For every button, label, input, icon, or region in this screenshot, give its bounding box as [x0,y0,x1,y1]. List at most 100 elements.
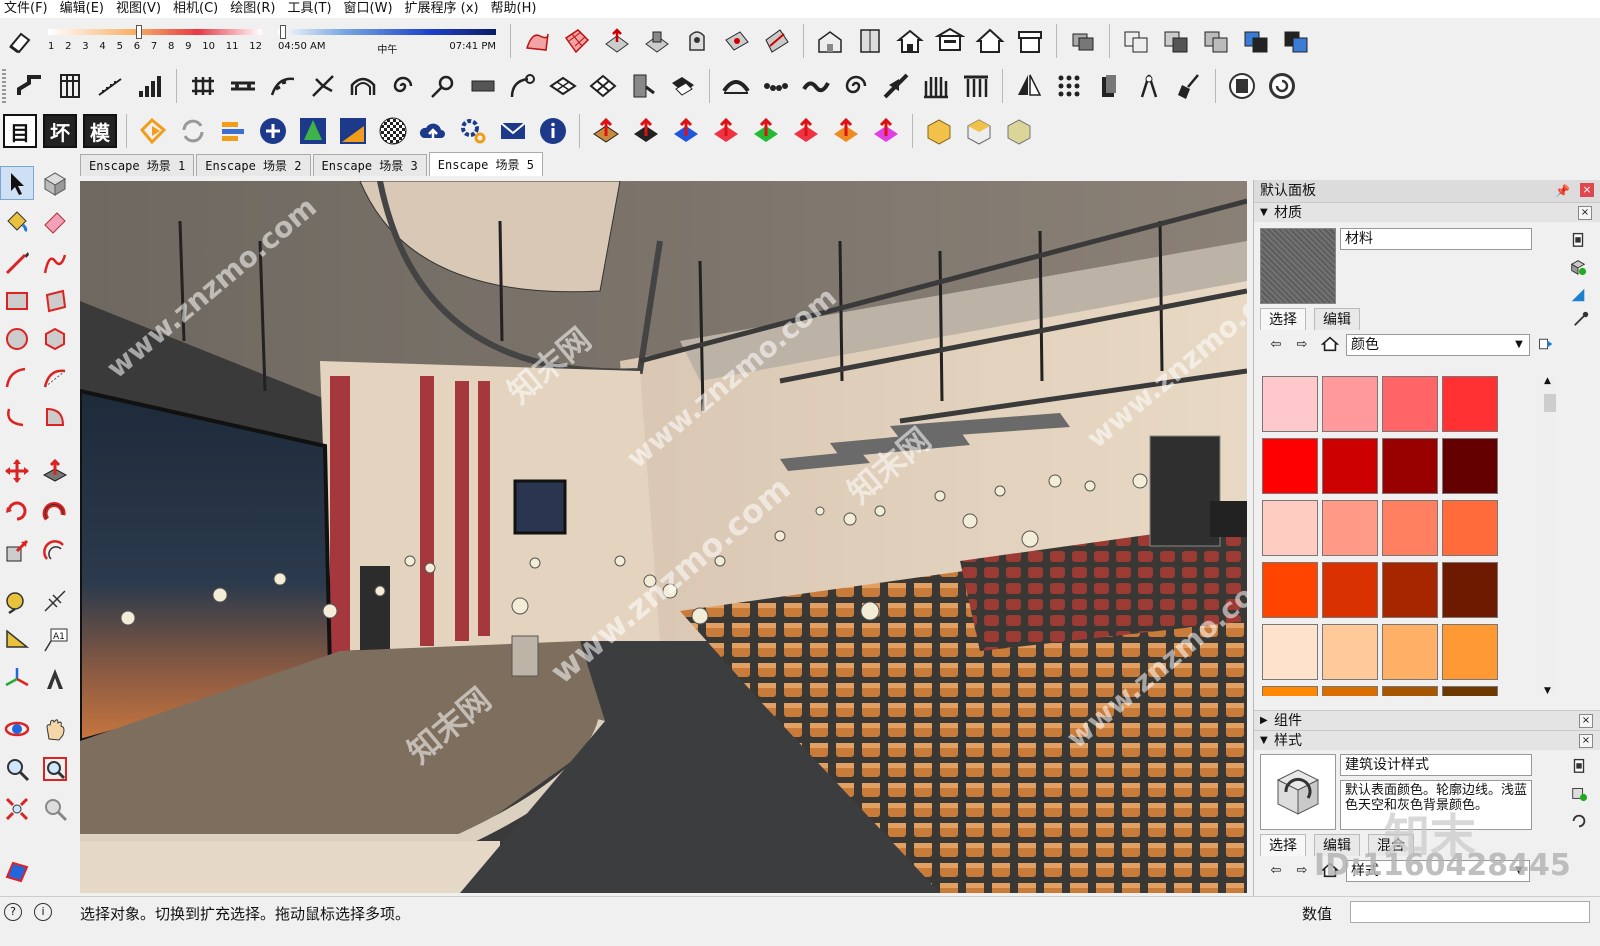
dots-grid-icon[interactable] [1051,68,1087,104]
color-swatch[interactable] [1382,438,1438,494]
info-icon[interactable] [535,113,571,149]
back-arrow-icon[interactable]: ⇦ [1266,860,1286,880]
color-swatch[interactable] [1382,624,1438,680]
menu-draw[interactable]: 绘图(R) [226,0,283,18]
style-library-dropdown[interactable]: 样式 ▼ [1346,860,1530,882]
material-name-field[interactable]: 材料 [1340,228,1532,250]
rectangle-icon[interactable] [0,284,34,318]
rotate-icon[interactable] [0,494,34,528]
style-description-field[interactable]: 默认表面颜色。轮廓边线。浅蓝色天空和灰色背景颜色。 [1340,780,1532,830]
style-thumbnail[interactable] [1260,754,1336,830]
settings-gears-icon[interactable] [455,113,491,149]
update-style-icon[interactable] [1567,810,1591,832]
extrude-r-icon[interactable] [708,113,744,149]
style-name-field[interactable]: 建筑设计样式 [1340,754,1532,776]
forward-arrow-icon[interactable]: ⇨ [1292,334,1312,354]
offset-icon[interactable] [38,534,72,568]
add-detail-icon[interactable] [719,23,755,59]
color-swatch[interactable] [1262,376,1318,432]
material-swatch[interactable] [1260,228,1336,304]
menu-edit[interactable]: 编辑(E) [56,0,112,18]
arch-icon[interactable] [345,68,381,104]
color-swatch[interactable] [1442,686,1498,696]
close-section-icon[interactable]: × [1578,206,1592,220]
material-delete-icon[interactable] [1566,228,1590,250]
circle-icon[interactable] [0,322,34,356]
arc-icon[interactable] [0,362,34,396]
enscape-sync-icon[interactable] [175,113,211,149]
colonnade-icon[interactable] [958,68,994,104]
scale-icon[interactable] [0,534,34,568]
close-section-icon[interactable]: × [1579,714,1593,728]
pivot-icon[interactable] [425,68,461,104]
extrude-equal-icon[interactable] [628,113,664,149]
shadow-time-slider[interactable]: 04:50 AM 中午 07:41 PM [274,23,500,59]
enscape-views-icon[interactable] [215,113,251,149]
model-text-button[interactable]: 模 [83,114,117,148]
grid-tile-icon[interactable] [585,68,621,104]
louver-icon[interactable] [918,68,954,104]
rotated-rectangle-icon[interactable] [38,284,72,318]
move-icon[interactable] [0,454,34,488]
door-icon[interactable] [625,68,661,104]
intersect-icon[interactable] [1158,23,1194,59]
extrude-box-icon[interactable] [1091,68,1127,104]
close-section-icon[interactable]: × [1579,734,1593,748]
scene-tab-2[interactable]: Enscape 场景 2 [196,154,311,176]
pan-hand-icon[interactable] [38,712,72,746]
scroll-down-icon[interactable]: ▼ [1544,686,1551,696]
warehouse-icon[interactable] [812,23,848,59]
home-icon[interactable] [972,23,1008,59]
smoove-icon[interactable] [599,23,635,59]
styles-header[interactable]: ▼ 样式 × [1254,730,1600,750]
polygon-icon[interactable] [38,322,72,356]
pin-icon[interactable]: 📌 [1555,180,1570,202]
materials-header[interactable]: ▼ 材质 × [1254,202,1600,222]
enscape-start-icon[interactable] [135,113,171,149]
color-swatch[interactable] [1322,376,1378,432]
3d-text-icon[interactable] [38,662,72,696]
style-tab-select[interactable]: 选择 [1260,834,1306,856]
beam-icon[interactable] [225,68,261,104]
broken-text-button[interactable]: 坏 [43,114,77,148]
stairs-icon[interactable] [92,68,128,104]
menu-extensions[interactable]: 扩展程序 (x) [401,0,487,18]
panel-icon[interactable] [465,68,501,104]
scene-tab-5[interactable]: Enscape 场景 5 [428,152,543,176]
union-icon[interactable] [1198,23,1234,59]
shadow-month-slider[interactable]: 1 2 3 4 5 6 7 8 9 10 11 12 [44,23,266,59]
month-slider-thumb[interactable] [136,25,142,39]
three-point-arc-icon[interactable] [0,400,34,434]
wave-icon[interactable] [798,68,834,104]
zoom-extents-icon[interactable] [0,792,34,826]
chain-icon[interactable] [758,68,794,104]
color-swatch[interactable] [1442,562,1498,618]
window-tile-icon[interactable] [665,68,701,104]
pencil-line-icon[interactable] [0,246,34,280]
color-swatch[interactable] [1262,438,1318,494]
close-icon[interactable]: × [1580,183,1594,197]
color-swatch[interactable] [1442,500,1498,556]
follow-me-icon[interactable] [38,494,72,528]
menu-file[interactable]: 文件(F) [0,0,56,18]
measurements-input[interactable] [1350,901,1590,923]
eyedropper-icon[interactable] [1572,310,1590,332]
extrude-j-icon[interactable] [668,113,704,149]
details-arrow-icon[interactable] [1536,334,1556,354]
orbit-icon[interactable] [0,712,34,746]
blade-icon[interactable] [878,68,914,104]
scroll-up-icon[interactable]: ▲ [1544,376,1551,386]
menu-view[interactable]: 视图(V) [112,0,169,18]
color-swatch[interactable] [1262,624,1318,680]
drape-icon[interactable] [679,23,715,59]
round-corner-icon[interactable] [921,113,957,149]
back-arrow-icon[interactable]: ⇦ [1266,334,1286,354]
tape-measure-icon[interactable] [0,584,34,618]
geo-location-icon[interactable]: ? [4,903,22,921]
scene-tab-3[interactable]: Enscape 场景 3 [312,154,427,176]
extension-warehouse-icon[interactable] [932,23,968,59]
material-tab-select[interactable]: 选择 [1260,308,1306,330]
curve-icon[interactable] [505,68,541,104]
tile-icon[interactable] [545,68,581,104]
home-icon[interactable] [1320,334,1340,354]
